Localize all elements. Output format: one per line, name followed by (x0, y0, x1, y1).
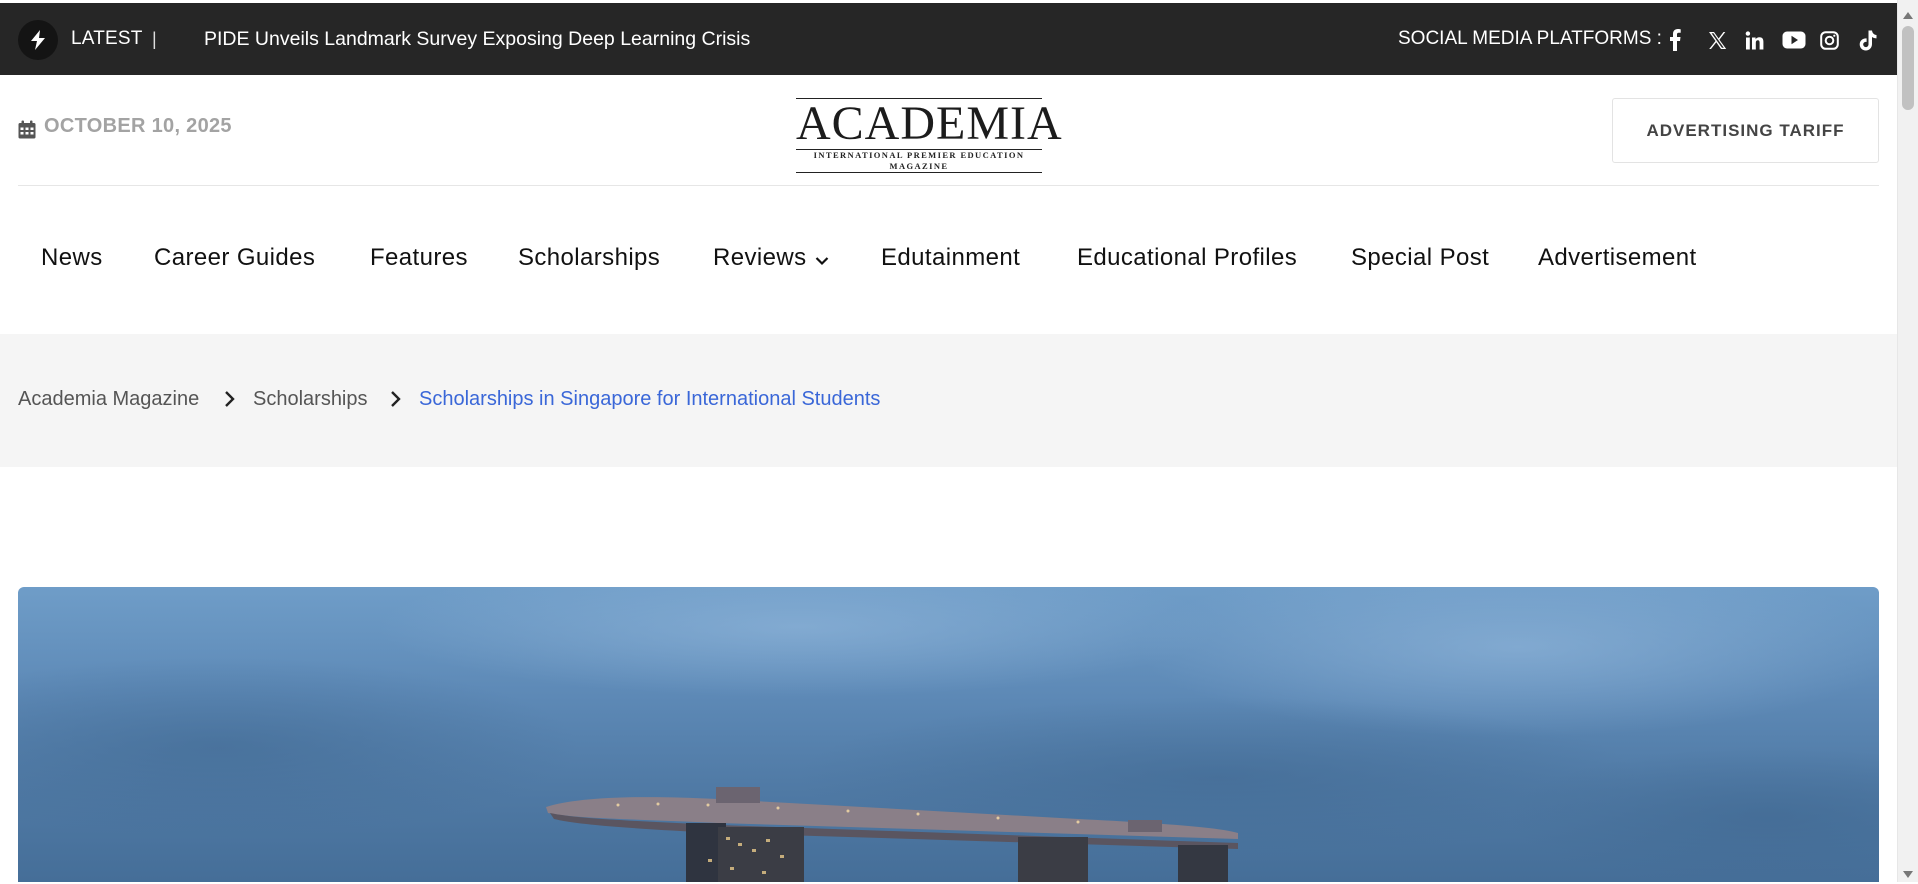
nav-item-special-post[interactable]: Special Post (1351, 238, 1489, 278)
logo-name: ACADEMIA (796, 97, 1063, 150)
nav-item-advertisement[interactable]: Advertisement (1538, 238, 1697, 278)
nav-item-career-guides[interactable]: Career Guides (154, 238, 315, 278)
logo-bottom-rule (796, 172, 1042, 173)
latest-headline-link[interactable]: PIDE Unveils Landmark Survey Exposing De… (204, 3, 750, 75)
breadcrumb-home[interactable]: Academia Magazine (18, 384, 199, 414)
tiktok-icon[interactable] (1857, 27, 1879, 53)
breadcrumb-current: Scholarships in Singapore for Internatio… (419, 388, 881, 410)
calendar-icon (18, 120, 36, 144)
nav-item-edutainment[interactable]: Edutainment (881, 238, 1020, 278)
nav-item-news[interactable]: News (41, 238, 103, 278)
breadcrumb-scholarships[interactable]: Scholarships (253, 384, 368, 414)
scroll-up-arrow-icon[interactable] (1903, 6, 1913, 24)
chevron-right-icon (390, 390, 401, 413)
vertical-scrollbar[interactable] (1897, 0, 1918, 882)
scrollbar-thumb[interactable] (1902, 26, 1914, 110)
nav-item-educational-profiles[interactable]: Educational Profiles (1077, 238, 1297, 278)
facebook-icon[interactable] (1666, 27, 1684, 53)
scroll-down-arrow-icon[interactable] (1903, 866, 1913, 884)
chevron-right-icon (224, 390, 235, 413)
instagram-icon[interactable] (1818, 27, 1840, 53)
youtube-icon[interactable] (1781, 27, 1807, 53)
breadcrumb: Academia Magazine Scholarships Scholarsh… (0, 334, 1897, 467)
nav-item-reviews-label: Reviews (713, 244, 807, 271)
separator: | (152, 29, 157, 49)
linkedin-icon[interactable] (1743, 27, 1765, 53)
hero-image (18, 587, 1879, 882)
social-media-label: SOCIAL MEDIA PLATFORMS : (1398, 28, 1662, 49)
x-icon[interactable] (1706, 27, 1728, 53)
nav-item-reviews[interactable]: Reviews (713, 238, 829, 278)
current-date: OCTOBER 10, 2025 (44, 115, 232, 137)
header-divider (18, 185, 1879, 186)
latest-label: LATEST (71, 28, 143, 49)
lightning-icon (18, 20, 58, 60)
logo-tagline: INTERNATIONAL PREMIER EDUCATION MAGAZINE (813, 150, 1025, 171)
nav-item-features[interactable]: Features (370, 238, 468, 278)
advertising-tariff-button[interactable]: ADVERTISING TARIFF (1612, 98, 1879, 163)
chevron-down-icon (815, 239, 829, 279)
top-bar: LATEST | PIDE Unveils Landmark Survey Ex… (0, 3, 1897, 75)
nav-item-scholarships[interactable]: Scholarships (518, 238, 660, 278)
academia-logo[interactable]: ACADEMIA INTERNATIONAL PREMIER EDUCATION… (796, 97, 1063, 173)
